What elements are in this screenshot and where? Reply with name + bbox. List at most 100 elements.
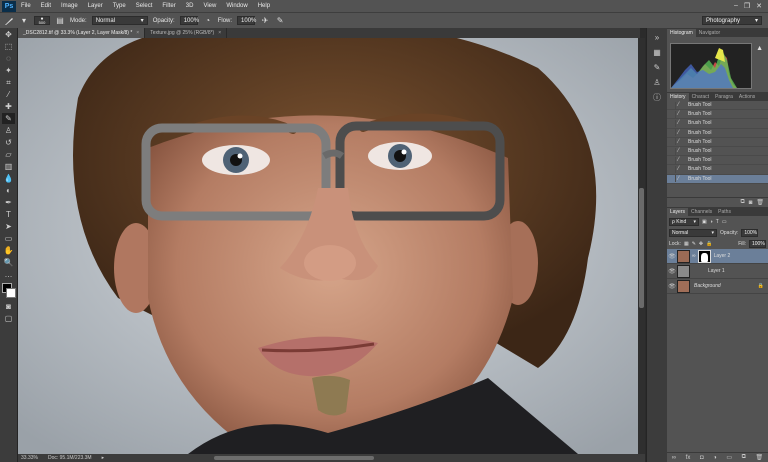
opacity-input[interactable]: 100% [179,16,199,25]
menu-layer[interactable]: Layer [83,3,108,9]
tab-navigator[interactable]: Navigator [696,29,723,37]
more-tools-icon[interactable]: … [2,269,15,280]
filter-type-icon[interactable]: T [716,219,719,225]
pressure-opacity-icon[interactable]: ◔ [203,16,213,26]
gradient-tool-icon[interactable]: ▥ [2,161,15,172]
flow-input[interactable]: 100% [237,16,256,25]
dodge-tool-icon[interactable]: ◐ [2,185,15,196]
chevron-down-icon[interactable]: ▾ [19,16,29,26]
close-icon[interactable]: × [218,30,221,36]
tab-paths[interactable]: Paths [715,208,734,216]
tab-paragraph[interactable]: Paragra [712,93,736,101]
hand-tool-icon[interactable]: ✋ [2,245,15,256]
brush-preset-picker[interactable]: ● 500 [34,16,50,25]
blend-mode-select[interactable]: Normal ▾ [669,228,717,237]
healing-tool-icon[interactable]: ✚ [2,101,15,112]
menu-select[interactable]: Select [131,3,158,9]
tab-history[interactable]: History [667,93,689,101]
add-mask-icon[interactable]: ◘ [700,455,704,461]
menu-type[interactable]: Type [108,3,131,9]
tab-texture[interactable]: Texture.jpg @ 25% (RGB/8*) × [145,28,228,38]
tab-channels[interactable]: Channels [688,208,715,216]
list-item-active[interactable]: ⁄ Brush Tool [667,174,768,184]
brush-tool-icon[interactable]: ✎ [2,113,15,124]
list-item[interactable]: ⁄ Brush Tool [667,147,768,157]
list-item[interactable]: ⁄ Brush Tool [667,138,768,147]
scrollbar-thumb[interactable] [639,188,644,308]
tab-layers[interactable]: Layers [667,208,689,216]
info-icon[interactable]: ⓘ [650,91,664,103]
new-document-from-state-icon[interactable]: ⧉ [740,199,744,206]
pen-tool-icon[interactable]: ✒ [2,197,15,208]
fill-input[interactable]: 100% [749,239,766,248]
eye-icon[interactable]: 👁 [667,253,677,260]
layer-name[interactable]: Background [694,283,721,289]
menu-image[interactable]: Image [56,3,83,9]
trash-icon[interactable]: 🗑 [756,199,764,206]
menu-edit[interactable]: Edit [36,3,56,9]
zoom-tool-icon[interactable]: 🔍 [2,257,15,268]
filter-adjust-icon[interactable]: ◑ [710,219,713,225]
layer-mask-thumbnail[interactable] [697,249,711,263]
brush-presets-icon[interactable]: ▦ [650,46,664,58]
restore-button[interactable]: ❐ [744,2,750,10]
menu-filter[interactable]: Filter [157,3,180,9]
marquee-tool-icon[interactable]: ⬚ [2,41,15,52]
collapse-icon[interactable]: » [650,31,664,43]
horizontal-scrollbar-thumb[interactable] [214,456,375,460]
status-arrow-icon[interactable]: ▸ [102,455,105,461]
eye-icon[interactable]: 👁 [667,268,677,275]
menu-window[interactable]: Window [221,3,252,9]
vertical-scrollbar[interactable] [638,38,645,454]
brush-tool-icon[interactable] [4,16,14,26]
path-select-tool-icon[interactable]: ➤ [2,221,15,232]
color-swatches[interactable] [0,282,17,300]
link-layers-icon[interactable]: ∞ [672,455,676,461]
list-item[interactable]: ⁄ Brush Tool [667,165,768,175]
lock-pixels-icon[interactable]: ✎ [692,241,696,247]
tab-actions[interactable]: Actions [736,93,758,101]
eraser-tool-icon[interactable]: ▱ [2,149,15,160]
list-item[interactable]: ⁄ Brush Tool [667,129,768,138]
trash-icon[interactable]: 🗑 [756,454,764,461]
zoom-level[interactable]: 33.33% [21,455,38,461]
layer-row[interactable]: 👁 Background 🔒 [667,279,768,294]
quick-select-tool-icon[interactable]: ✦ [2,65,15,76]
history-brush-tool-icon[interactable]: ↺ [2,137,15,148]
menu-view[interactable]: View [198,3,221,9]
pressure-size-icon[interactable]: ✎ [275,16,285,26]
move-tool-icon[interactable]: ✥ [2,29,15,40]
clone-stamp-tool-icon[interactable]: ♙ [2,125,15,136]
workspace-select[interactable]: Photography ▾ [702,16,762,25]
kind-filter-select[interactable]: ρ Kind ▾ [669,217,699,226]
layer-opacity-input[interactable]: 100% [741,228,759,237]
chain-link-icon[interactable]: ∞ [692,253,696,259]
adjustment-layer-icon[interactable]: ◑ [713,455,717,461]
tab-histogram[interactable]: Histogram [667,29,696,37]
mode-select[interactable]: Normal ▾ [91,16,148,25]
filter-pixel-icon[interactable]: ▣ [702,219,707,225]
tab-dsc2812[interactable]: _DSC2812.tif @ 33.3% (Layer 2, Layer Mas… [18,28,146,38]
list-item[interactable]: ⁄ Brush Tool [667,101,768,111]
layer-row[interactable]: 👁 Layer 1 [667,264,768,279]
lock-transparency-icon[interactable]: ▦ [684,241,689,247]
fx-icon[interactable]: fx [686,455,691,461]
layer-name[interactable]: Layer 1 [708,268,725,274]
menu-3d[interactable]: 3D [181,3,199,9]
filter-shape-icon[interactable]: ▭ [722,219,727,225]
brush-panel-toggle-icon[interactable]: ▤ [55,16,65,26]
list-item[interactable]: ⁄ Brush Tool [667,119,768,129]
eyedropper-tool-icon[interactable]: ⁄ [2,89,15,100]
list-item[interactable]: ⁄ Brush Tool [667,156,768,166]
layer-row[interactable]: 👁 ∞ Layer 2 [667,249,768,264]
quick-mask-icon[interactable]: ◙ [2,301,15,312]
close-button[interactable]: ✕ [756,2,762,10]
menu-help[interactable]: Help [253,3,275,9]
snapshot-icon[interactable]: ◙ [749,200,753,206]
menu-file[interactable]: File [16,3,36,9]
background-color-swatch[interactable] [6,288,16,298]
eye-icon[interactable]: 👁 [667,283,677,290]
type-tool-icon[interactable]: T [2,209,15,220]
lock-position-icon[interactable]: ✥ [699,241,703,247]
warning-icon[interactable]: ▲ [756,45,763,52]
